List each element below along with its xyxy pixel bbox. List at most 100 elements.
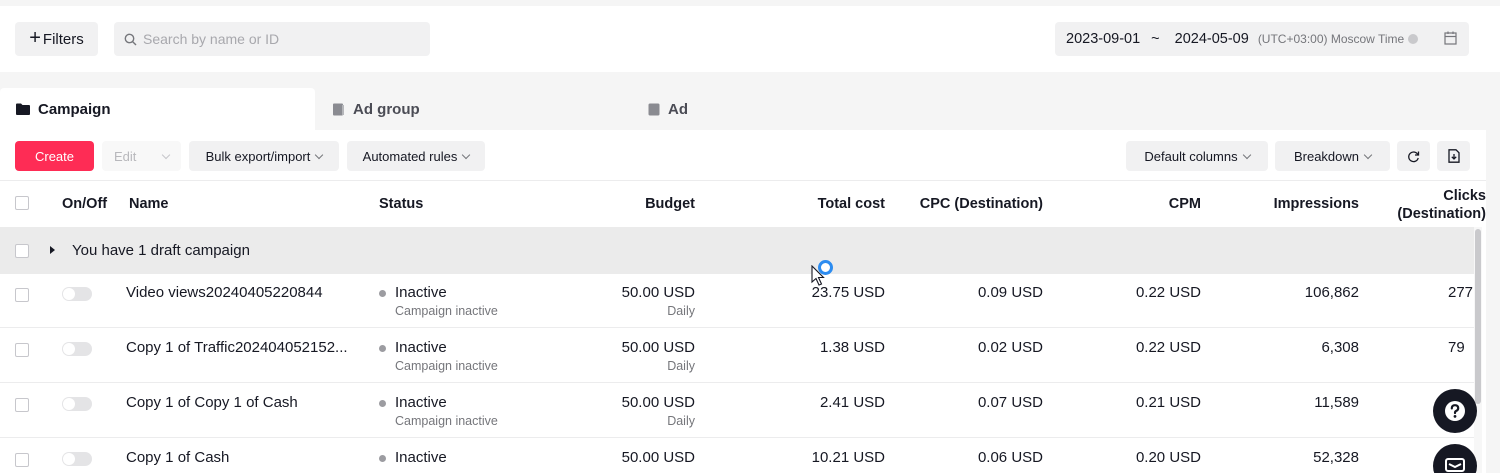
chevron-down-icon bbox=[1242, 150, 1251, 159]
chevron-down-icon bbox=[1363, 150, 1373, 159]
automated-rules-button[interactable]: Automated rules bbox=[347, 141, 485, 171]
folder-icon bbox=[16, 103, 30, 115]
budget-sub: Daily bbox=[667, 359, 695, 373]
impressions-value: 52,328 bbox=[1313, 449, 1359, 466]
row-checkbox[interactable] bbox=[15, 288, 29, 302]
campaign-name[interactable]: Video views20240405220844 bbox=[126, 284, 323, 301]
chevron-down-icon bbox=[161, 150, 171, 159]
col-onoff[interactable]: On/Off bbox=[62, 196, 107, 212]
date-end[interactable]: 2024-05-09 bbox=[1175, 31, 1249, 47]
draft-campaign-row[interactable]: You have 1 draft campaign bbox=[0, 227, 1474, 274]
export-button[interactable] bbox=[1437, 141, 1470, 171]
date-separator: ~ bbox=[1151, 31, 1160, 47]
cpc-value: 0.02 USD bbox=[977, 339, 1043, 356]
row-checkbox[interactable] bbox=[15, 453, 29, 467]
refresh-button[interactable] bbox=[1397, 141, 1430, 171]
chat-icon bbox=[1445, 458, 1465, 472]
cpm-value: 0.22 USD bbox=[1135, 339, 1201, 356]
campaign-name[interactable]: Copy 1 of Traffic202404052152... bbox=[126, 339, 348, 356]
question-mark-icon bbox=[1445, 401, 1465, 421]
col-cpc[interactable]: CPC (Destination) bbox=[903, 196, 1043, 212]
col-impressions[interactable]: Impressions bbox=[1250, 196, 1359, 212]
edit-button[interactable]: Edit bbox=[102, 141, 181, 171]
tab-ad[interactable]: Ad bbox=[648, 88, 688, 130]
level-tabs: Campaign Ad group Ad bbox=[0, 88, 1500, 130]
budget-sub: Daily bbox=[667, 414, 695, 428]
table-row[interactable]: Copy 1 of Copy 1 of Cash Inactive Campai… bbox=[0, 384, 1474, 438]
total-cost-value: 10.21 USD bbox=[811, 449, 885, 466]
col-cpm[interactable]: CPM bbox=[1100, 196, 1201, 212]
refresh-icon bbox=[1408, 150, 1420, 162]
col-clicks-line1: Clicks bbox=[1443, 188, 1486, 204]
row-checkbox[interactable] bbox=[15, 398, 29, 412]
chat-button[interactable] bbox=[1433, 444, 1477, 473]
date-start[interactable]: 2023-09-01 bbox=[1066, 31, 1140, 47]
rules-label: Automated rules bbox=[362, 148, 458, 164]
campaign-name[interactable]: Copy 1 of Cash bbox=[126, 449, 229, 466]
campaign-name[interactable]: Copy 1 of Copy 1 of Cash bbox=[126, 394, 298, 411]
cpm-value: 0.21 USD bbox=[1135, 394, 1201, 411]
edit-label: Edit bbox=[114, 148, 137, 164]
breakdown-button[interactable]: Breakdown bbox=[1275, 141, 1390, 171]
default-columns-button[interactable]: Default columns bbox=[1126, 141, 1268, 171]
cpm-value: 0.20 USD bbox=[1135, 449, 1201, 466]
tab-ad-group-label: Ad group bbox=[353, 100, 420, 118]
date-range-picker[interactable]: 2023-09-01 ~ 2024-05-09 (UTC+03:00) Mosc… bbox=[1055, 22, 1469, 56]
chevron-down-icon bbox=[315, 150, 324, 159]
create-button[interactable]: Create bbox=[15, 141, 94, 171]
impressions-value: 11,589 bbox=[1314, 394, 1359, 411]
col-clicks[interactable]: Clicks (Destination) bbox=[1385, 187, 1486, 223]
cpc-value: 0.07 USD bbox=[977, 394, 1043, 411]
impressions-value: 106,862 bbox=[1304, 284, 1359, 301]
budget-value: 50.00 USD bbox=[621, 394, 695, 411]
ad-icon bbox=[648, 103, 660, 115]
campaign-toggle[interactable] bbox=[62, 287, 92, 301]
col-name[interactable]: Name bbox=[129, 196, 169, 212]
budget-sub: Daily bbox=[667, 304, 695, 318]
table-row[interactable]: Copy 1 of Cash Inactive 50.00 USD 10.21 … bbox=[0, 439, 1474, 473]
cpm-value: 0.22 USD bbox=[1135, 284, 1201, 301]
budget-value: 50.00 USD bbox=[621, 449, 695, 466]
row-checkbox[interactable] bbox=[15, 343, 29, 357]
status-sub: Campaign inactive bbox=[395, 414, 498, 428]
cpc-value: 0.06 USD bbox=[977, 449, 1043, 466]
table-row[interactable]: Video views20240405220844 Inactive Campa… bbox=[0, 274, 1474, 328]
campaign-toggle[interactable] bbox=[62, 342, 92, 356]
help-button[interactable] bbox=[1433, 389, 1477, 433]
col-budget[interactable]: Budget bbox=[595, 196, 695, 212]
status-dot bbox=[379, 400, 386, 407]
plus-icon: + bbox=[29, 27, 41, 49]
clicks-value: 277 bbox=[1448, 284, 1474, 301]
scrollbar-thumb[interactable] bbox=[1475, 229, 1481, 404]
tab-ad-label: Ad bbox=[668, 100, 688, 118]
columns-label: Default columns bbox=[1144, 148, 1238, 164]
status-text: Inactive bbox=[395, 339, 447, 356]
info-icon[interactable] bbox=[1408, 34, 1419, 44]
campaign-toggle[interactable] bbox=[62, 397, 92, 411]
draft-checkbox[interactable] bbox=[15, 244, 29, 258]
tab-campaign-label: Campaign bbox=[38, 100, 111, 118]
status-dot bbox=[379, 455, 386, 462]
status-sub: Campaign inactive bbox=[395, 359, 498, 373]
campaign-toggle[interactable] bbox=[62, 452, 92, 466]
budget-value: 50.00 USD bbox=[621, 284, 695, 301]
tab-campaign[interactable]: Campaign bbox=[0, 88, 315, 130]
caret-right-icon[interactable] bbox=[50, 246, 55, 254]
calendar-icon[interactable] bbox=[1444, 31, 1457, 45]
campaign-panel: Create Edit Bulk export/import Automated… bbox=[0, 130, 1486, 473]
table-row[interactable]: Copy 1 of Traffic202404052152... Inactiv… bbox=[0, 329, 1474, 383]
cpc-value: 0.09 USD bbox=[977, 284, 1043, 301]
select-all-checkbox[interactable] bbox=[15, 196, 29, 210]
col-clicks-line2: (Destination) bbox=[1397, 206, 1486, 222]
bulk-export-import-button[interactable]: Bulk export/import bbox=[189, 141, 339, 171]
col-total-cost[interactable]: Total cost bbox=[765, 196, 885, 212]
filters-button[interactable]: + Filters bbox=[15, 22, 98, 56]
search-icon bbox=[124, 33, 137, 45]
col-status[interactable]: Status bbox=[379, 196, 423, 212]
export-file-icon bbox=[1447, 149, 1460, 163]
table-scrollbar[interactable] bbox=[1474, 227, 1482, 473]
tab-ad-group[interactable]: Ad group bbox=[332, 88, 420, 130]
search-box[interactable] bbox=[114, 22, 430, 56]
filters-label: Filters bbox=[42, 30, 84, 48]
search-input[interactable] bbox=[143, 31, 423, 47]
